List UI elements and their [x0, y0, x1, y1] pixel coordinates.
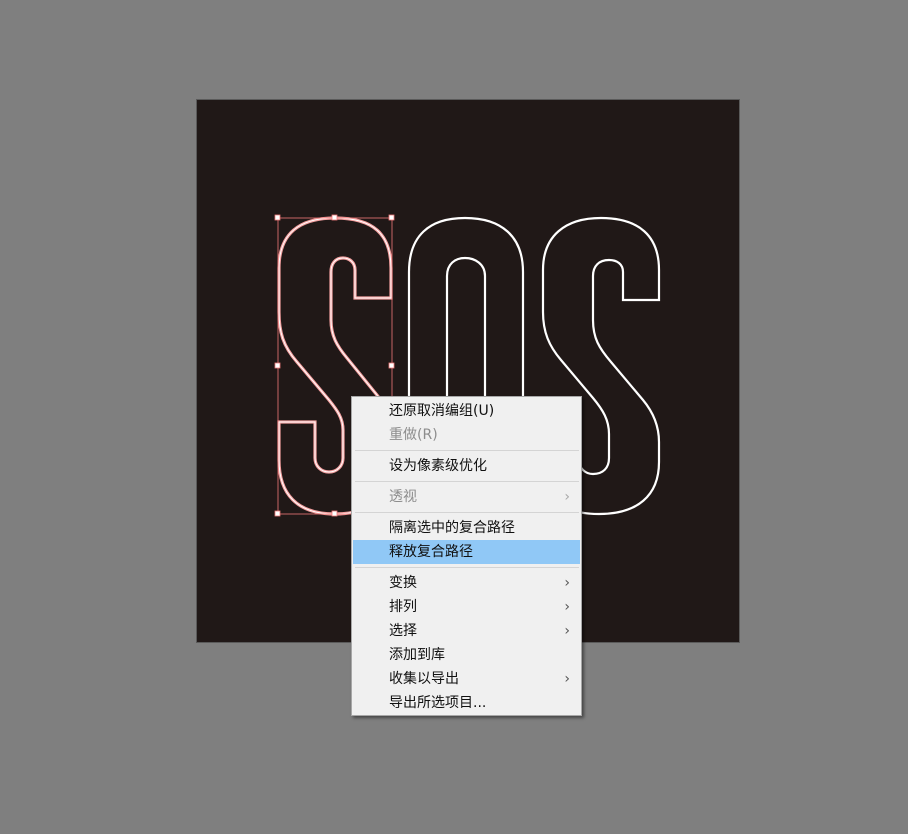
chevron-right-icon: ›	[564, 489, 570, 505]
menu-item-redo[interactable]: 重做(R)	[353, 423, 580, 447]
menu-item-label: 收集以导出	[389, 671, 459, 687]
menu-separator	[355, 567, 579, 568]
menu-item-release-compound-path[interactable]: 释放复合路径	[353, 540, 580, 564]
menu-item-label: 排列	[389, 599, 417, 615]
context-menu[interactable]: 还原取消编组(U) 重做(R) 设为像素级优化 透视 › 隔离选中的复合路径 释…	[351, 396, 582, 716]
menu-item-perspective[interactable]: 透视 ›	[353, 485, 580, 509]
menu-item-undo-ungroup[interactable]: 还原取消编组(U)	[353, 399, 580, 423]
menu-separator	[355, 481, 579, 482]
menu-separator	[355, 450, 579, 451]
menu-item-label: 变换	[389, 575, 417, 591]
chevron-right-icon: ›	[564, 599, 570, 615]
menu-item-collect-for-export[interactable]: 收集以导出 ›	[353, 667, 580, 691]
menu-item-label: 选择	[389, 623, 417, 639]
chevron-right-icon: ›	[564, 623, 570, 639]
menu-item-isolate-compound-path[interactable]: 隔离选中的复合路径	[353, 516, 580, 540]
menu-item-add-to-library[interactable]: 添加到库	[353, 643, 580, 667]
menu-separator	[355, 512, 579, 513]
chevron-right-icon: ›	[564, 671, 570, 687]
menu-item-pixel-optimize[interactable]: 设为像素级优化	[353, 454, 580, 478]
menu-item-transform[interactable]: 变换 ›	[353, 571, 580, 595]
menu-item-export-selection[interactable]: 导出所选项目...	[353, 691, 580, 715]
menu-item-arrange[interactable]: 排列 ›	[353, 595, 580, 619]
chevron-right-icon: ›	[564, 575, 570, 591]
menu-item-label: 透视	[389, 489, 417, 505]
menu-item-select[interactable]: 选择 ›	[353, 619, 580, 643]
